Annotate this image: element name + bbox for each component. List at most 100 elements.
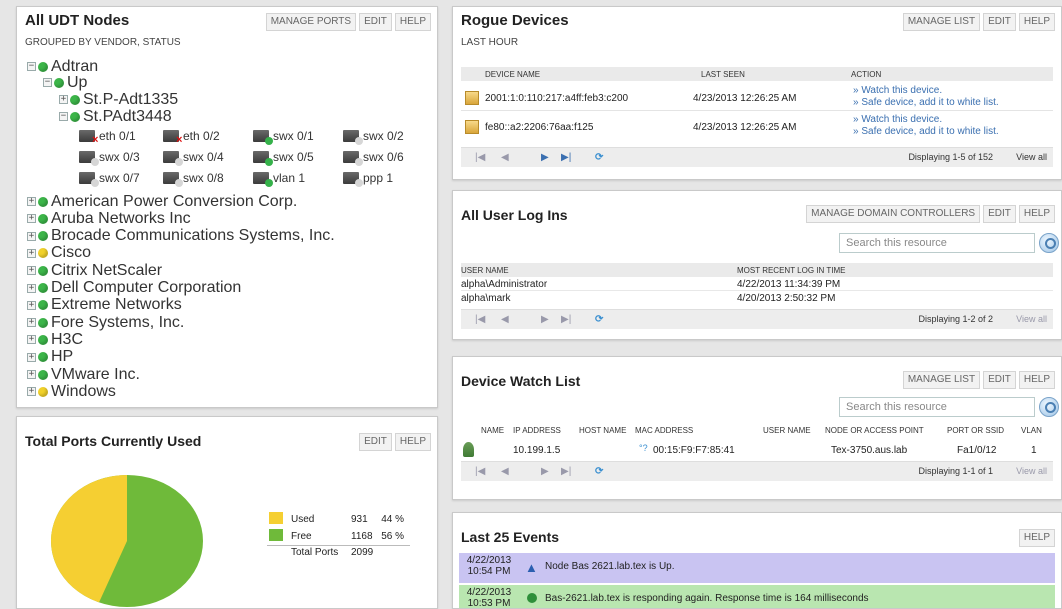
collapse-icon[interactable]: − [27, 62, 36, 71]
search-input[interactable]: Search this resource [839, 233, 1035, 253]
view-all-link[interactable]: View all [1016, 152, 1047, 162]
manage-ports-button[interactable]: MANAGE PORTS [265, 13, 357, 31]
column-header[interactable]: MOST RECENT LOG IN TIME [737, 266, 845, 275]
next-page-icon[interactable]: ▶ [541, 466, 549, 477]
next-page-icon[interactable]: ▶ [541, 314, 549, 325]
first-page-icon[interactable]: |◀ [475, 314, 485, 325]
column-header[interactable]: IP ADDRESS [513, 426, 561, 435]
tree-node-vendor[interactable]: + Windows [27, 383, 116, 400]
expand-icon[interactable]: + [27, 318, 36, 328]
expand-icon[interactable]: + [27, 248, 36, 258]
tree-node-vendor[interactable]: + HP [27, 348, 73, 365]
expand-icon[interactable]: + [27, 197, 36, 206]
column-header[interactable]: DEVICE NAME [485, 70, 540, 79]
search-input[interactable]: Search this resource [839, 397, 1035, 417]
prev-page-icon[interactable]: ◀ [501, 314, 509, 325]
tree-node-vendor[interactable]: + Extreme Networks [27, 296, 182, 313]
expand-icon[interactable]: + [59, 95, 68, 104]
expand-icon[interactable]: + [27, 266, 36, 276]
watch-device-link[interactable]: » Watch this device. [853, 85, 942, 96]
edit-button[interactable]: EDIT [359, 13, 392, 31]
help-button[interactable]: HELP [1018, 205, 1055, 223]
interface-item[interactable]: swx 0/5 [253, 150, 314, 166]
first-page-icon[interactable]: |◀ [475, 466, 485, 477]
last-page-icon[interactable]: ▶| [561, 466, 571, 477]
collapse-icon[interactable]: − [43, 78, 52, 87]
interface-item[interactable]: swx 0/1 [253, 129, 314, 145]
refresh-icon[interactable]: ⟳ [595, 152, 603, 163]
edit-button[interactable]: EDIT [359, 433, 392, 451]
interface-item[interactable]: swx 0/7 [79, 171, 140, 187]
manage-list-button[interactable]: MANAGE LIST [902, 13, 981, 31]
search-icon[interactable] [1039, 397, 1059, 417]
interface-item[interactable]: swx 0/6 [343, 150, 404, 166]
interface-item[interactable]: swx 0/3 [79, 150, 140, 166]
expand-icon[interactable]: + [27, 214, 36, 224]
tree-node-vendor[interactable]: + Cisco [27, 244, 91, 261]
expand-icon[interactable]: + [27, 231, 36, 241]
column-header[interactable]: MAC ADDRESS [635, 426, 693, 435]
column-header[interactable]: VLAN [1021, 426, 1042, 435]
prev-page-icon[interactable]: ◀ [501, 466, 509, 477]
interface-item[interactable]: × eth 0/1 [79, 129, 136, 146]
column-header[interactable]: PORT OR SSID [947, 426, 1004, 435]
expand-icon[interactable]: + [27, 300, 36, 310]
tree-node-vendor[interactable]: + H3C [27, 331, 83, 348]
interface-item[interactable]: swx 0/8 [163, 171, 224, 187]
tree-node-adtran[interactable]: − Adtran [27, 58, 98, 75]
column-header[interactable]: NAME [481, 426, 504, 435]
expand-icon[interactable]: + [27, 370, 36, 379]
edit-button[interactable]: EDIT [983, 205, 1016, 223]
expand-icon[interactable]: + [27, 283, 36, 293]
last-page-icon[interactable]: ▶| [561, 152, 571, 163]
refresh-icon[interactable]: ⟳ [595, 466, 603, 477]
safe-device-link[interactable]: » Safe device, add it to white list. [853, 126, 999, 137]
interface-item[interactable]: × eth 0/2 [163, 129, 220, 146]
tree-node-vendor[interactable]: + Fore Systems, Inc. [27, 314, 184, 331]
last-page-icon[interactable]: ▶| [561, 314, 571, 325]
interface-item[interactable]: vlan 1 [253, 171, 306, 187]
help-button[interactable]: HELP [1018, 529, 1055, 547]
interface-item[interactable]: swx 0/2 [343, 129, 404, 145]
column-header[interactable]: USER NAME [763, 426, 811, 435]
column-header[interactable]: ACTION [851, 70, 881, 79]
column-header[interactable]: LAST SEEN [701, 70, 745, 79]
collapse-icon[interactable]: − [59, 112, 68, 121]
interface-item[interactable]: ppp 1 [343, 171, 393, 187]
column-header[interactable]: NODE OR ACCESS POINT [825, 426, 924, 435]
tree-node-vendor[interactable]: + Dell Computer Corporation [27, 279, 241, 296]
first-page-icon[interactable]: |◀ [475, 152, 485, 163]
help-button[interactable]: HELP [394, 433, 431, 451]
manage-list-button[interactable]: MANAGE LIST [902, 371, 981, 389]
interface-item[interactable]: swx 0/4 [163, 150, 224, 166]
tree-node-vendor[interactable]: + Brocade Communications Systems, Inc. [27, 227, 335, 244]
event-time: 4/22/2013 10:54 PM [466, 555, 512, 577]
column-header[interactable]: HOST NAME [579, 426, 626, 435]
view-all-link[interactable]: View all [1016, 314, 1047, 324]
tree-node-vendor[interactable]: + American Power Conversion Corp. [27, 193, 297, 210]
tree-node-stpadt3448[interactable]: − St.PAdt3448 [59, 108, 172, 125]
expand-icon[interactable]: + [27, 352, 36, 362]
manage-domain-controllers-button[interactable]: MANAGE DOMAIN CONTROLLERS [806, 205, 981, 223]
tree-node-vendor[interactable]: + Aruba Networks Inc [27, 210, 191, 227]
search-icon[interactable] [1039, 233, 1059, 253]
column-header[interactable]: USER NAME [461, 266, 509, 275]
prev-page-icon[interactable]: ◀ [501, 152, 509, 163]
watch-device-link[interactable]: » Watch this device. [853, 114, 942, 125]
interface-label: vlan 1 [273, 171, 306, 185]
edit-button[interactable]: EDIT [983, 13, 1016, 31]
edit-button[interactable]: EDIT [983, 371, 1016, 389]
expand-icon[interactable]: + [27, 387, 36, 397]
view-all-link[interactable]: View all [1016, 466, 1047, 476]
safe-device-link[interactable]: » Safe device, add it to white list. [853, 97, 999, 108]
refresh-icon[interactable]: ⟳ [595, 314, 603, 325]
next-page-icon[interactable]: ▶ [541, 152, 549, 163]
tree-node-stp-adt1335[interactable]: + St.P-Adt1335 [59, 91, 178, 108]
help-button[interactable]: HELP [1018, 13, 1055, 31]
tree-node-vendor[interactable]: + VMware Inc. [27, 366, 140, 383]
expand-icon[interactable]: + [27, 335, 36, 345]
tree-node-up[interactable]: − Up [43, 74, 87, 91]
tree-node-vendor[interactable]: + Citrix NetScaler [27, 262, 162, 279]
help-button[interactable]: HELP [394, 13, 431, 31]
help-button[interactable]: HELP [1018, 371, 1055, 389]
